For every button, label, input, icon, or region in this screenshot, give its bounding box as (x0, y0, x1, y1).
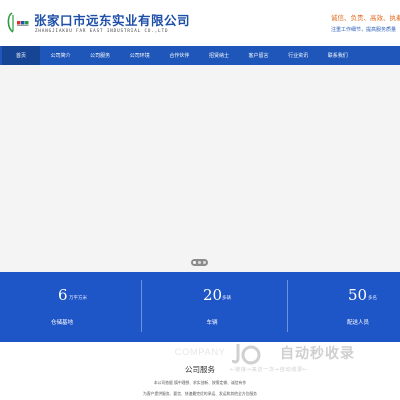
nav-item-about[interactable]: 公司简介 (42, 46, 80, 65)
stats-band: 6 万平方米 仓储基地 20 多辆 车辆 50 多名 配送人员 (0, 272, 400, 342)
slogan: 诚信、负责、高效、执着、 (331, 14, 400, 22)
carousel-indicator (191, 259, 208, 266)
stat-divider (287, 280, 288, 332)
nav-item-home[interactable]: 首页 (2, 46, 40, 65)
stat-value: 6 (58, 286, 68, 304)
stat-divider (141, 280, 142, 332)
slogan-sub: 注重工作细节，提高服务质量 (331, 27, 397, 33)
nav-item-news[interactable]: 行业资讯 (279, 46, 317, 65)
watermark: 自动秒收录 ←链接→来访一次→自动收录← (230, 340, 390, 380)
watermark-text: 自动秒收录 (280, 346, 355, 362)
stat-unit: 多辆 (222, 296, 231, 301)
company-name[interactable]: 张家口市远东实业有限公司 (34, 10, 190, 29)
stat-warehouse: 6 万平方米 仓储基地 (0, 272, 124, 342)
section-description-line-2: 为客户提供服务、要信、快速最完优的承运、发运和其他全方位服务 (143, 391, 257, 396)
nav-item-messages[interactable]: 客户留言 (240, 46, 278, 65)
nav-item-partners[interactable]: 合作伙伴 (160, 46, 198, 65)
stat-staff: 50 多名 配送人员 (296, 272, 400, 342)
carousel-dot-2[interactable] (198, 261, 201, 264)
watermark-logo-icon (232, 344, 261, 365)
main-nav: 首页 公司简介 公司服务 公司环境 合作伙伴 招贤纳士 客户留言 行业资讯 联系… (0, 46, 400, 65)
carousel-dot-1[interactable] (193, 261, 196, 264)
nav-item-services[interactable]: 公司服务 (81, 46, 119, 65)
carousel-dot-3[interactable] (203, 261, 206, 264)
stat-label: 配送人员 (346, 320, 369, 326)
stat-value: 20 (203, 286, 223, 304)
company-logo-icon[interactable] (4, 10, 30, 36)
section-description-line-1: 本公司依据 慎中理想、求实创新、按需定做、诚信有作 (153, 380, 247, 385)
nav-item-environment[interactable]: 公司环境 (121, 46, 159, 65)
stat-unit: 万平方米 (69, 296, 87, 301)
stat-label: 仓储基地 (50, 320, 73, 326)
hero-banner (0, 65, 400, 272)
watermark-subtext: ←链接→来访一次→自动收录← (230, 367, 308, 373)
stat-unit: 多名 (368, 296, 377, 301)
nav-item-jobs[interactable]: 招贤纳士 (200, 46, 238, 65)
company-name-en: ZHANGJIAKOU FAR EAST INDUSTRIAL CO.,LTD (35, 28, 169, 33)
stat-value: 50 (348, 286, 368, 304)
nav-item-contact[interactable]: 联系我们 (319, 46, 357, 65)
site-header: 张家口市远东实业有限公司 ZHANGJIAKOU FAR EAST INDUST… (0, 0, 400, 46)
stat-label: 车辆 (206, 320, 218, 326)
stat-vehicles: 20 多辆 车辆 (150, 272, 274, 342)
